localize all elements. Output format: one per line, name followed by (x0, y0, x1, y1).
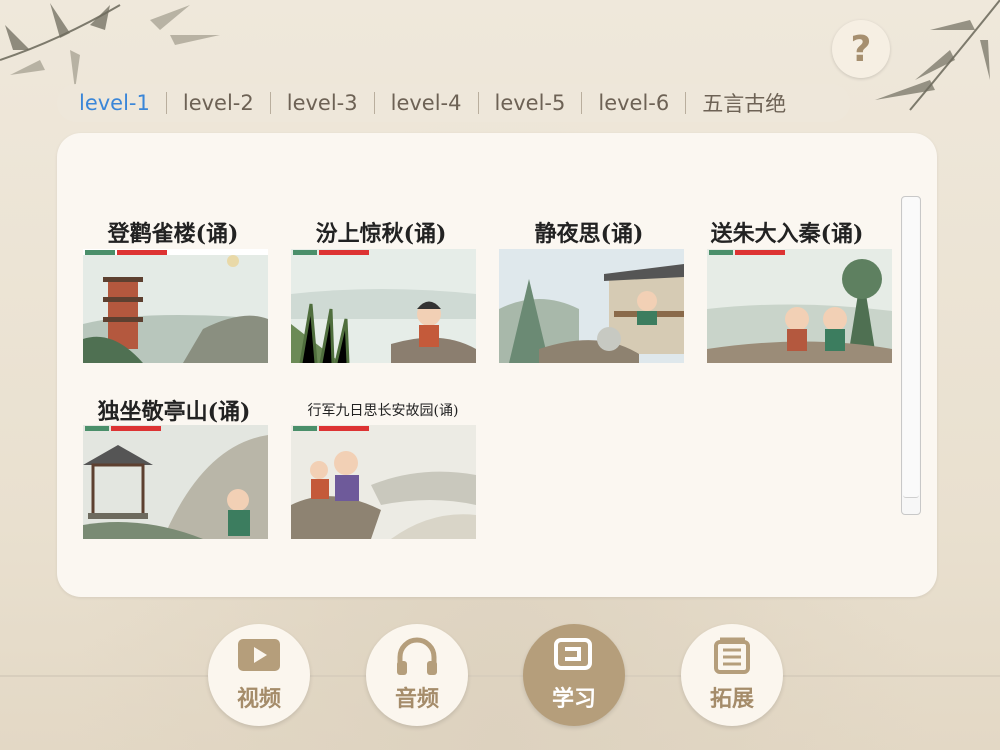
book-list-icon (714, 637, 750, 674)
headphones-icon (397, 637, 437, 675)
poem-title: 静夜思(诵) (534, 221, 644, 247)
tab-wuyan-gujue[interactable]: 五言古绝 (686, 88, 802, 118)
poem-card[interactable]: 独坐敬亭山(诵) (74, 394, 274, 425)
poem-card[interactable]: 行军九日思长安故园(诵) (278, 394, 488, 424)
scrollbar[interactable] (901, 196, 921, 515)
nav-label: 视频 (236, 687, 281, 712)
tower-scene-thumbnail[interactable] (83, 249, 268, 363)
nav-audio-button[interactable]: 音频 (366, 624, 468, 726)
river-child-thumbnail[interactable] (291, 249, 476, 363)
tab-level-2[interactable]: level-2 (167, 91, 270, 115)
poem-card[interactable]: 送朱大入秦(诵) (692, 216, 882, 247)
nav-label: 音频 (394, 687, 439, 712)
nav-label: 拓展 (709, 687, 754, 712)
help-button[interactable]: ? (832, 20, 890, 78)
soldier-cliff-thumbnail[interactable] (291, 425, 476, 539)
poem-title: 汾上惊秋(诵) (315, 221, 447, 247)
nav-study-button[interactable]: 学习 (523, 624, 625, 726)
two-friends-thumbnail[interactable] (707, 249, 892, 363)
tab-level-4[interactable]: level-4 (375, 91, 478, 115)
tab-level-3[interactable]: level-3 (271, 91, 374, 115)
poem-card[interactable]: 静夜思(诵) (494, 216, 684, 247)
nav-extend-button[interactable]: 拓展 (681, 624, 783, 726)
pavilion-poet-thumbnail[interactable] (499, 249, 684, 363)
mountain-pavilion-thumbnail[interactable] (83, 425, 268, 539)
poem-card[interactable]: 汾上惊秋(诵) (286, 216, 476, 247)
scrollbar-thumb[interactable] (903, 197, 919, 498)
tab-level-5[interactable]: level-5 (479, 91, 582, 115)
level-tabs: level-1 level-2 level-3 level-4 level-5 … (57, 84, 850, 122)
poem-title: 登鹳雀楼(诵) (107, 221, 239, 247)
poem-card[interactable]: 登鹳雀楼(诵) (78, 216, 268, 247)
question-icon: ? (850, 28, 872, 70)
bottom-divider (0, 675, 1000, 677)
nav-label: 学习 (551, 687, 596, 712)
nav-video-button[interactable]: 视频 (208, 624, 310, 726)
study-icon (554, 638, 592, 670)
poem-title: 独坐敬亭山(诵) (97, 399, 251, 425)
video-play-icon (238, 639, 280, 671)
poem-title: 行军九日思长安故园(诵) (307, 403, 459, 419)
tab-level-1[interactable]: level-1 (57, 91, 166, 115)
poem-title: 送朱大入秦(诵) (710, 221, 864, 247)
tab-level-6[interactable]: level-6 (582, 91, 685, 115)
